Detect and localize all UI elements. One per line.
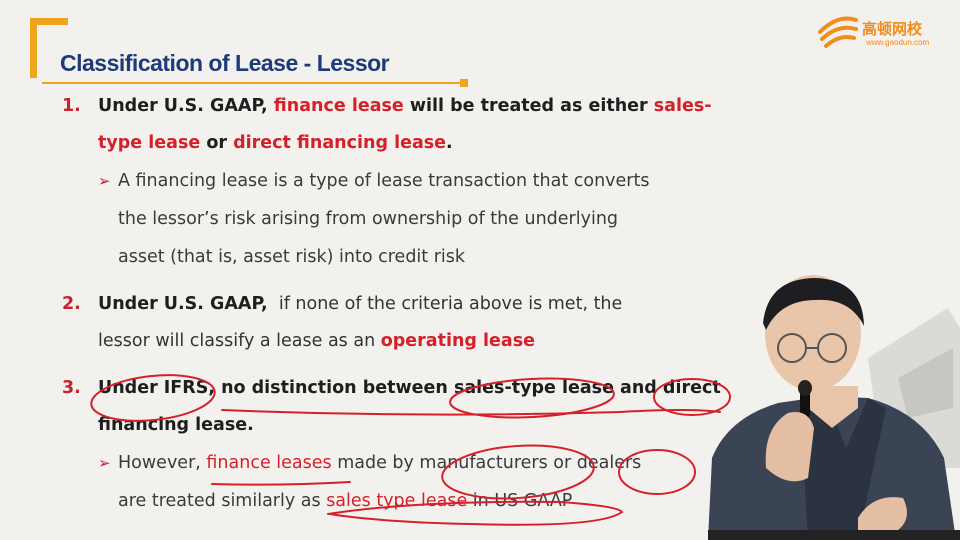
item-line: Under U.S. GAAP, if none of the criteria… <box>98 286 732 323</box>
gaodun-logo: 高顿网校 www.gaodun.com <box>816 10 950 54</box>
slide-content: 1. Under U.S. GAAP, finance lease will b… <box>62 88 732 520</box>
item-line: lessor will classify a lease as an opera… <box>98 323 732 360</box>
list-item-1: 1. Under U.S. GAAP, finance lease will b… <box>62 88 732 276</box>
highlight-text: type lease <box>98 133 201 153</box>
highlight-text: operating lease <box>380 331 535 351</box>
sub-line: asset (that is, asset risk) into credit … <box>118 247 466 267</box>
text-run: However, <box>118 453 207 473</box>
presenter-figure-icon <box>708 275 960 540</box>
logo-url: www.gaodun.com <box>866 38 930 47</box>
text-run: lessor will classify a lease as an <box>98 331 381 351</box>
gaodun-logo-icon <box>818 16 858 48</box>
text-run: made by manufacturers or dealers <box>331 453 642 473</box>
sub-line: the lessor’s risk arising from ownership… <box>118 209 619 229</box>
text-run: in US GAAP <box>467 491 573 511</box>
highlight-text: finance lease <box>273 96 404 116</box>
item-line: Under U.S. GAAP, finance lease will be t… <box>98 88 732 125</box>
highlight-text: sales type lease <box>326 491 468 511</box>
item-number: 3. <box>62 378 81 398</box>
arrow-bullet-icon: ➢ <box>98 454 111 472</box>
text-run: will be treated as either <box>403 96 654 116</box>
text-run: if none of the criteria above is met, th… <box>267 294 623 314</box>
text-run: Under IFRS, <box>98 378 215 398</box>
highlight-text: finance leases <box>206 453 332 473</box>
text-run: Under U.S. GAAP, <box>98 96 274 116</box>
highlight-text: direct financing lease <box>233 133 447 153</box>
text-run: are treated similarly as <box>118 491 327 511</box>
text-run: Under U.S. GAAP, <box>98 294 268 314</box>
sub-line: A financing lease is a type of lease tra… <box>118 171 650 191</box>
text-run: . <box>446 133 453 153</box>
arrow-bullet-icon: ➢ <box>98 172 111 190</box>
text-run: no distinction between sales-type lease … <box>214 378 721 398</box>
highlight-text: sales- <box>653 96 712 116</box>
sub-line: However, finance leases made by manufact… <box>118 444 732 482</box>
sub-point: ➢ A financing lease is a type of lease t… <box>98 162 732 276</box>
item-number: 1. <box>62 96 81 116</box>
sub-point: ➢ However, finance leases made by manufa… <box>98 444 732 520</box>
logo-chinese-name: 高顿网校 <box>862 20 923 38</box>
sub-line: are treated similarly as sales type leas… <box>118 482 732 520</box>
item-number: 2. <box>62 294 81 314</box>
list-item-3: 3. Under IFRS, no distinction between sa… <box>62 370 732 520</box>
text-run: or <box>200 133 234 153</box>
slide-title: Classification of Lease - Lessor <box>60 50 390 76</box>
item-line: financing lease. <box>98 407 732 444</box>
text-run: financing lease. <box>98 415 254 435</box>
item-line: Under IFRS, no distinction between sales… <box>98 370 732 407</box>
title-underline <box>42 79 468 87</box>
list-item-2: 2. Under U.S. GAAP, if none of the crite… <box>62 286 732 360</box>
item-line: type lease or direct financing lease. <box>98 125 732 162</box>
